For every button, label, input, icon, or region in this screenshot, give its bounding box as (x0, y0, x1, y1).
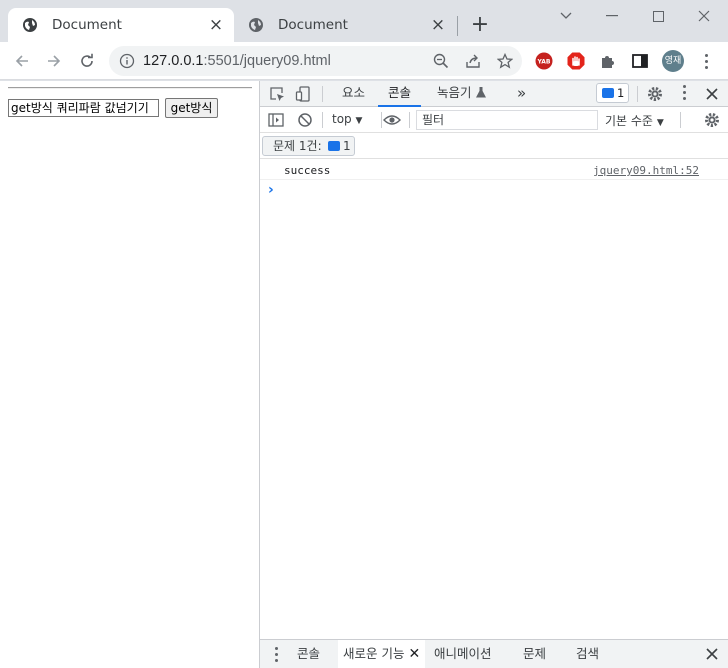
reload-icon (81, 53, 93, 67)
close-icon[interactable]: ✕ (408, 646, 420, 662)
console-prompt[interactable]: › (268, 182, 274, 198)
clear-console-icon[interactable] (297, 112, 313, 128)
arrow-right-icon (48, 55, 61, 67)
maximize-button[interactable] (648, 6, 668, 26)
reload-button[interactable] (77, 51, 97, 71)
inspect-element-icon[interactable] (269, 86, 285, 102)
new-tab-button[interactable]: + (470, 14, 490, 36)
drawer-menu-kebab-icon[interactable] (270, 644, 282, 664)
globe-icon (249, 18, 263, 32)
issues-label: 문제 1건: (273, 139, 322, 153)
drawer-tab-console[interactable]: 콘솔 (297, 640, 320, 668)
dropdown-triangle-icon: ▼ (355, 116, 363, 126)
info-icon[interactable] (119, 53, 135, 69)
tab-elements[interactable]: 요소 (342, 81, 365, 107)
menu-kebab-icon[interactable] (698, 51, 714, 71)
share-icon[interactable] (465, 53, 481, 69)
drawer-tab-whats-new[interactable]: 새로운 기능 ✕ (338, 640, 426, 668)
console-toolbar: top ▼ 필터 기본 수준 ▼ (260, 107, 728, 133)
close-devtools-icon[interactable] (704, 86, 720, 102)
settings-gear-icon[interactable] (647, 86, 663, 102)
flask-icon (475, 87, 486, 98)
toolbar-separator (680, 112, 681, 128)
tab-console[interactable]: 콘솔 (378, 81, 422, 107)
log-levels-value: 기본 수준 (605, 114, 653, 128)
forward-button[interactable] (44, 51, 64, 71)
svg-text:YAB: YAB (537, 59, 551, 66)
back-button[interactable] (12, 51, 32, 71)
puzzle-icon[interactable] (599, 52, 617, 70)
side-panel-icon[interactable] (631, 52, 649, 70)
issue-message-icon (328, 141, 340, 151)
close-drawer-icon[interactable] (704, 646, 720, 662)
devtools-panel: 요소 콘솔 녹음기 » 1 top ▼ 필터 기본 수준 ▼ 문제 1건: 1 s… (259, 81, 728, 668)
eye-icon[interactable] (383, 112, 401, 128)
console-filter-input[interactable]: 필터 (416, 110, 598, 130)
tab-separator (457, 16, 458, 36)
device-toolbar-icon[interactable] (295, 86, 311, 102)
toolbar-separator (322, 86, 323, 102)
bookmark-star-icon[interactable] (497, 53, 513, 69)
issue-message-icon (602, 88, 614, 98)
log-message: success (284, 164, 331, 177)
minimize-button[interactable] (602, 6, 622, 26)
drawer-tab-animations[interactable]: 애니메이션 (434, 640, 492, 668)
issues-count: 1 (343, 139, 351, 153)
devtools-drawer: 콘솔 새로운 기능 ✕ 애니메이션 문제 검색 (260, 639, 728, 668)
dropdown-triangle-icon: ▼ (656, 118, 664, 128)
context-select[interactable]: top ▼ (332, 112, 362, 126)
window-close-button[interactable] (694, 6, 714, 26)
tab-recorder-label: 녹음기 (437, 85, 472, 100)
avatar[interactable]: 영재 (662, 50, 684, 72)
tab-search-chevron-icon[interactable] (556, 6, 576, 26)
browser-toolbar: 127.0.0.1:5501/jquery09.html YAB 영재 (0, 42, 728, 80)
log-source-link[interactable]: jquery09.html:52 (593, 164, 699, 177)
more-tabs-chevron-icon[interactable]: » (517, 81, 526, 107)
open-issues-button[interactable]: 문제 1건: 1 (262, 136, 355, 156)
log-levels-select[interactable]: 기본 수준 ▼ (605, 112, 664, 129)
console-log-row: success jquery09.html:52 (260, 160, 728, 180)
query-param-input[interactable]: get방식 쿼리파람 값넘기기 (8, 99, 159, 117)
close-icon[interactable]: × (430, 17, 446, 34)
sidebar-toggle-icon[interactable] (268, 112, 284, 128)
arrow-left-icon (15, 55, 28, 67)
tab-document-2[interactable]: Document × (234, 8, 456, 42)
tab-title: Document (52, 17, 122, 33)
toolbar-separator (381, 112, 382, 128)
tab-title: Document (278, 17, 348, 33)
zoom-out-icon[interactable] (433, 53, 449, 69)
url-text: 127.0.0.1:5501/jquery09.html (143, 53, 331, 69)
tab-recorder[interactable]: 녹음기 (437, 81, 486, 107)
drawer-tab-search[interactable]: 검색 (576, 640, 599, 668)
adblock-hand-icon[interactable] (567, 52, 585, 70)
page-viewport: get방식 쿼리파람 값넘기기 get방식 (0, 81, 259, 668)
drawer-tab-whats-new-label: 새로운 기능 (343, 646, 405, 661)
globe-icon (23, 18, 37, 32)
close-icon[interactable]: × (208, 17, 224, 34)
devtools-tab-bar: 요소 콘솔 녹음기 » 1 (260, 81, 728, 107)
context-value: top (332, 112, 352, 126)
toolbar-separator (409, 112, 410, 128)
console-settings-gear-icon[interactable] (704, 112, 720, 128)
toolbar-separator (322, 112, 323, 128)
address-bar[interactable]: 127.0.0.1:5501/jquery09.html (109, 46, 522, 76)
toolbar-separator (637, 86, 638, 102)
issues-counter-badge[interactable]: 1 (596, 83, 629, 103)
tab-document-1[interactable]: Document × (8, 8, 234, 42)
issues-bar: 문제 1건: 1 (260, 133, 728, 159)
drawer-tab-issues[interactable]: 문제 (523, 640, 546, 668)
yab-extension-icon[interactable]: YAB (535, 52, 553, 70)
page-divider (8, 87, 252, 89)
get-method-button[interactable]: get방식 (165, 98, 218, 118)
tab-strip: Document × Document × + (0, 0, 728, 42)
devtools-menu-kebab-icon[interactable] (676, 84, 692, 100)
